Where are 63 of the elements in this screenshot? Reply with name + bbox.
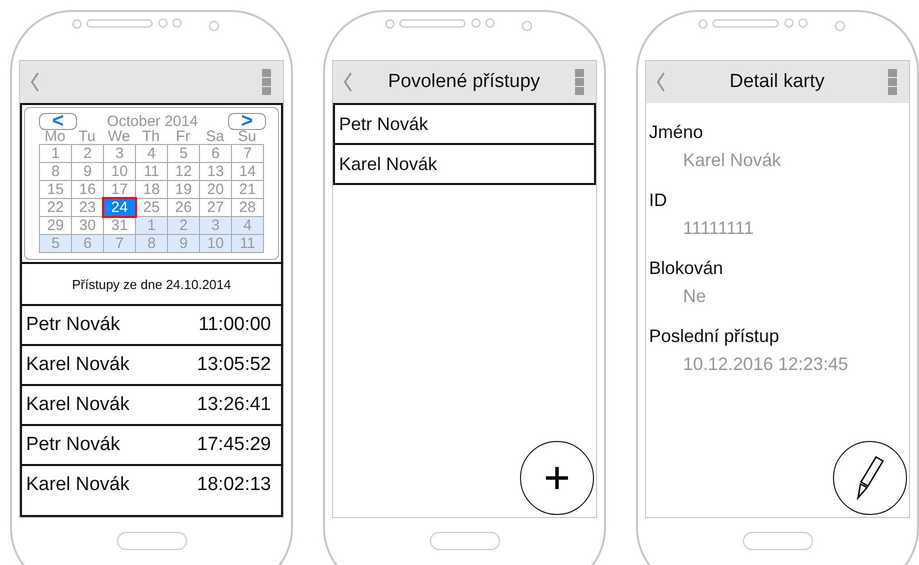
calendar-day[interactable]: 1 [39, 144, 72, 163]
calendar-day[interactable]: 10 [199, 234, 232, 253]
access-row[interactable]: Karel Novák 13:26:41 [22, 386, 281, 426]
person-row[interactable]: Karel Novák [333, 143, 596, 185]
field-label: Blokován [649, 257, 724, 279]
access-time: 17:45:29 [197, 434, 271, 456]
back-icon[interactable] [30, 72, 40, 92]
weekday-label: Su [236, 130, 258, 144]
weekday-label: Mo [44, 130, 66, 144]
calendar-day[interactable]: 9 [167, 234, 200, 253]
access-row[interactable]: Karel Novák 13:05:52 [22, 346, 281, 386]
field-value: 10.12.2016 12:23:45 [683, 353, 850, 375]
field-label: Poslední přístup [649, 325, 780, 347]
back-icon[interactable] [343, 72, 353, 92]
calendar-day[interactable]: 3 [199, 216, 232, 235]
access-row[interactable]: Petr Novák 11:00:00 [22, 306, 281, 346]
access-row[interactable]: Karel Novák 18:02:13 [22, 466, 281, 504]
home-button[interactable] [742, 532, 812, 550]
previous-month-button[interactable]: < [39, 112, 77, 130]
weekday-label: Th [141, 130, 161, 144]
person-name: Petr Novák [26, 434, 120, 456]
screen-title: Povolené přístupy [386, 71, 542, 93]
calendar-day[interactable]: 11 [231, 234, 264, 253]
calendar-day[interactable]: 4 [231, 216, 264, 235]
list-title: Přístupy ze dne 24.10.2014 [22, 264, 281, 306]
person-name: Petr Novák [26, 314, 120, 336]
menu-icon[interactable] [888, 69, 897, 95]
calendar-day[interactable]: 7 [231, 144, 264, 163]
person-name: Karel Novák [26, 394, 130, 416]
pencil-icon [856, 456, 884, 500]
person-name: Karel Novák [26, 474, 130, 496]
calendar-day[interactable]: 1 [135, 216, 168, 235]
field-value: Ne [683, 285, 708, 307]
calendar-day[interactable]: 2 [167, 216, 200, 235]
home-button[interactable] [116, 532, 186, 550]
weekday-label: Fr [174, 130, 192, 144]
person-row[interactable]: Petr Novák [333, 103, 596, 145]
access-time: 18:02:13 [197, 474, 271, 496]
access-time: 13:05:52 [197, 354, 271, 376]
field-label: Jméno [649, 121, 704, 143]
calendar-day[interactable]: 5 [39, 234, 72, 253]
field-value: Karel Novák [683, 149, 782, 171]
month-title: October 2014 [107, 112, 198, 130]
calendar-day[interactable]: 6 [71, 234, 104, 253]
menu-icon[interactable] [575, 69, 584, 95]
person-name: Karel Novák [26, 354, 130, 376]
calendar-day[interactable]: 8 [135, 234, 168, 253]
access-time: 11:00:00 [198, 314, 271, 336]
field-label: ID [649, 189, 668, 211]
next-month-button[interactable]: > [228, 112, 266, 130]
weekday-label: Sa [204, 130, 226, 144]
screen-title: Detail karty [728, 71, 826, 93]
plus-icon [545, 466, 569, 490]
weekday-label: Tu [78, 130, 96, 144]
access-row[interactable]: Petr Novák 17:45:29 [22, 426, 281, 466]
weekday-label: We [106, 130, 132, 144]
back-icon[interactable] [656, 72, 666, 92]
calendar-day[interactable]: 7 [103, 234, 136, 253]
field-value: 11111111 [683, 217, 755, 239]
calendar-day[interactable]: 24 [103, 198, 136, 217]
menu-icon[interactable] [262, 69, 271, 95]
home-button[interactable] [430, 532, 500, 550]
access-time: 13:26:41 [197, 394, 271, 416]
